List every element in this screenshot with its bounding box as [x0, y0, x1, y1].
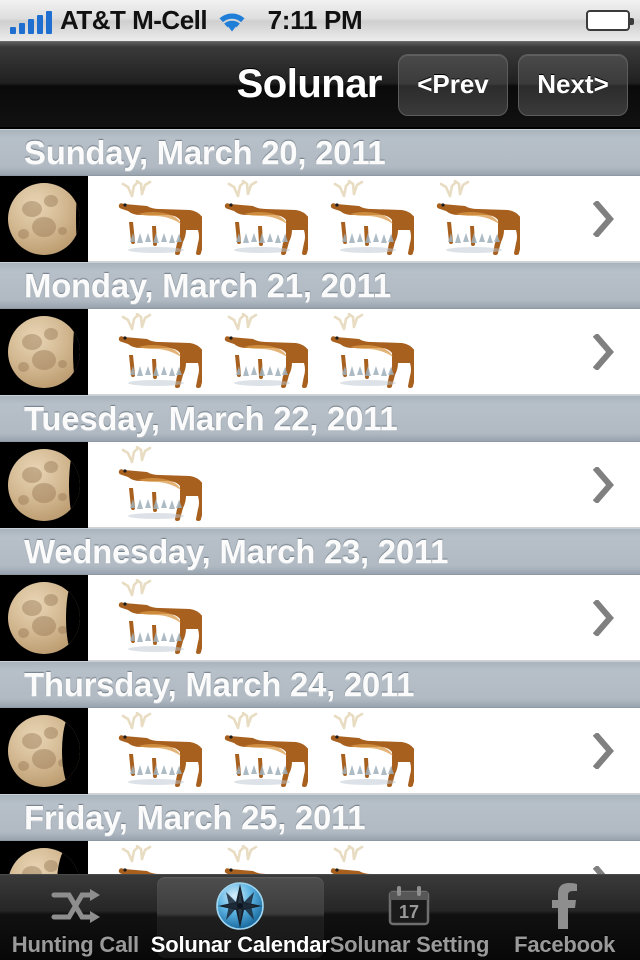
section-header-label: Monday, March 21, 2011 [24, 266, 391, 304]
facebook-f-icon [551, 882, 577, 929]
section-header: Monday, March 21, 2011 [0, 262, 640, 309]
tab-item-label: Solunar Calendar [150, 931, 330, 957]
shuffle-icon [47, 882, 103, 930]
activity-rating [88, 841, 568, 874]
table-row[interactable] [0, 840, 640, 874]
moon-phase-cell [0, 441, 88, 528]
tab-item-label: Solunar Setting [329, 931, 490, 957]
calendar-17-icon: 17 [389, 885, 430, 925]
facebook-f-icon [537, 882, 593, 930]
compass-rose-icon [212, 881, 268, 930]
section-header-label: Friday, March 25, 2011 [24, 798, 366, 836]
moon-phase-cell [0, 308, 88, 395]
table-row[interactable] [0, 308, 640, 395]
deer-rating-icon [330, 179, 414, 255]
table-row[interactable] [0, 574, 640, 661]
disclosure-chevron-icon [593, 466, 614, 503]
section-header: Tuesday, March 22, 2011 [0, 395, 640, 442]
tab-item-hunting-call[interactable]: Hunting Call [0, 875, 151, 960]
activity-rating [88, 575, 568, 661]
deer-rating-icon [118, 711, 202, 787]
status-bar: AT&T M-Cell 7:11 PM [0, 0, 640, 42]
shuffle-icon [51, 888, 101, 923]
tab-item-solunar-calendar[interactable]: Solunar Calendar [151, 875, 330, 960]
status-bar-right [586, 10, 640, 31]
section-header-label: Thursday, March 24, 2011 [24, 665, 415, 703]
disclosure-chevron-icon [593, 200, 614, 237]
wifi-icon [215, 8, 249, 34]
navigation-bar: Solunar <Prev Next> [0, 42, 640, 128]
section-header: Wednesday, March 23, 2011 [0, 528, 640, 575]
section-header-label: Tuesday, March 22, 2011 [24, 399, 398, 437]
tab-item-label: Hunting Call [11, 931, 139, 957]
moon-phase-icon [8, 448, 80, 521]
disclosure-chevron-icon [593, 333, 614, 370]
tab-item-facebook[interactable]: Facebook [489, 875, 640, 960]
table-row[interactable] [0, 707, 640, 794]
disclosure-indicator[interactable] [568, 865, 640, 874]
deer-rating-icon [224, 844, 281, 874]
calendar-17-icon: 17 [381, 882, 437, 930]
next-button[interactable]: Next> [518, 53, 628, 116]
section-header-label: Sunday, March 20, 2011 [24, 133, 386, 171]
svg-text:17: 17 [399, 902, 419, 922]
section-header-label: Wednesday, March 23, 2011 [24, 532, 449, 570]
section-header: Thursday, March 24, 2011 [0, 661, 640, 708]
deer-rating-icon [224, 312, 308, 388]
compass-rose-icon [216, 881, 265, 930]
moon-phase-cell [0, 574, 88, 661]
activity-rating [88, 176, 568, 262]
deer-rating-icon [118, 312, 202, 388]
page-title: Solunar [236, 62, 383, 106]
deer-rating-icon [330, 844, 387, 874]
disclosure-indicator[interactable] [568, 200, 640, 237]
deer-rating-icon [118, 844, 175, 874]
activity-rating [88, 442, 568, 528]
deer-rating-icon [118, 445, 202, 521]
deer-rating-icon [224, 711, 308, 787]
disclosure-indicator[interactable] [568, 333, 640, 370]
tab-item-label: Facebook [514, 931, 616, 957]
app-root: AT&T M-Cell 7:11 PM Solunar <Prev Next> … [0, 0, 640, 960]
moon-phase-cell [0, 707, 88, 794]
deer-rating-icon [118, 179, 202, 255]
deer-rating-icon [330, 312, 414, 388]
activity-rating [88, 708, 568, 794]
prev-button[interactable]: <Prev [398, 53, 508, 116]
moon-phase-icon [8, 581, 80, 654]
table-row[interactable] [0, 175, 640, 262]
activity-rating [88, 309, 568, 395]
moon-phase-icon [8, 847, 80, 874]
disclosure-indicator[interactable] [568, 466, 640, 503]
table-row[interactable] [0, 441, 640, 528]
carrier-label: AT&T M-Cell [60, 5, 208, 35]
disclosure-indicator[interactable] [568, 732, 640, 769]
disclosure-chevron-icon [593, 599, 614, 636]
tab-bar: Hunting Call Solunar Calendar 17 Solunar… [0, 874, 640, 960]
solunar-list[interactable]: Sunday, March 20, 2011 Monday, March 21,… [0, 129, 640, 874]
section-header: Sunday, March 20, 2011 [0, 129, 640, 176]
moon-phase-cell [0, 840, 88, 874]
deer-rating-icon [118, 578, 202, 654]
status-bar-left: AT&T M-Cell [0, 7, 249, 34]
disclosure-chevron-icon [593, 865, 606, 874]
section-header: Friday, March 25, 2011 [0, 794, 640, 841]
moon-phase-icon [8, 315, 80, 388]
moon-phase-icon [8, 182, 80, 255]
battery-full-icon [586, 10, 634, 31]
signal-bars-icon [10, 11, 52, 34]
tab-item-solunar-setting[interactable]: 17 Solunar Setting [329, 875, 490, 960]
deer-rating-icon [330, 711, 414, 787]
disclosure-chevron-icon [593, 732, 614, 769]
disclosure-indicator[interactable] [568, 599, 640, 636]
moon-phase-icon [8, 714, 80, 787]
deer-rating-icon [436, 179, 520, 255]
deer-rating-icon [224, 179, 308, 255]
moon-phase-cell [0, 175, 88, 262]
